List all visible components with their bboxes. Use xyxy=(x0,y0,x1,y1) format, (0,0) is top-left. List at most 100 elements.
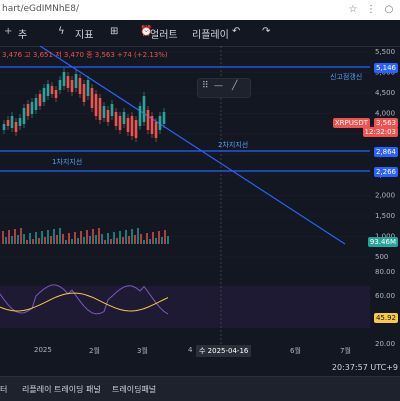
candle-body xyxy=(102,106,106,118)
time-label-apr: 4 xyxy=(188,346,193,354)
candle-body xyxy=(94,94,98,116)
templates-button[interactable]: ⊞ xyxy=(110,26,118,37)
label-support2: 2차지지선 xyxy=(218,141,249,149)
volume-bar xyxy=(95,235,97,244)
browser-url-bar[interactable]: hart/eGdIMNhE8/ ☆ ⋮ ○ xyxy=(0,0,400,20)
volume-bar xyxy=(26,240,28,244)
candle-body xyxy=(62,72,66,86)
profile-icon[interactable]: ○ xyxy=(380,1,398,19)
candle-body xyxy=(46,84,50,96)
candle-body xyxy=(66,76,70,88)
undo-button[interactable]: ↶ xyxy=(232,26,240,37)
volume-bar xyxy=(89,236,91,244)
volume-bar xyxy=(158,231,160,244)
volume-bar xyxy=(53,229,55,244)
candle-body xyxy=(158,116,162,130)
candle-body xyxy=(162,112,166,124)
candle-body xyxy=(98,98,102,120)
plus-button[interactable]: + xyxy=(4,26,12,37)
volume-bar xyxy=(23,234,25,244)
trendline-icon[interactable]: ╱ xyxy=(232,81,237,91)
volume-bar xyxy=(116,238,118,244)
replay-button[interactable]: 리플레이 xyxy=(192,26,229,41)
tag-osc: 45.92 xyxy=(373,313,398,323)
volume-bar xyxy=(131,229,133,244)
volume-bar xyxy=(167,236,169,244)
tab-partial[interactable]: 터 xyxy=(0,384,7,395)
ohlc-readout: 3,476 고 3,651 저 3,470 종 3,563 +74 (+2.13… xyxy=(2,51,168,59)
candle-body xyxy=(54,90,58,98)
indicators-button[interactable]: 지표 xyxy=(75,26,93,41)
candle-body xyxy=(14,122,18,132)
tab-trading-panel[interactable]: 트레이딩패널 xyxy=(112,384,156,395)
candle-body xyxy=(134,120,138,138)
candle-body xyxy=(126,118,130,132)
tab-replay-trading[interactable]: 리플레이 트레이딩 패널 xyxy=(22,384,101,395)
line-style-icon[interactable]: — xyxy=(214,81,223,91)
redo-button[interactable]: ↷ xyxy=(262,26,270,37)
lightning-icon[interactable]: ϟ xyxy=(58,26,65,37)
candle-body xyxy=(34,98,38,110)
rsi-band xyxy=(0,286,370,328)
candle-body xyxy=(42,88,46,102)
volume-bar xyxy=(65,240,67,244)
volume-bar xyxy=(98,228,100,244)
volume-bar xyxy=(140,234,142,244)
volume-bar xyxy=(110,239,112,244)
alert-button[interactable]: 얼러트 xyxy=(150,26,178,41)
volume-bar xyxy=(50,236,52,244)
volume-bar xyxy=(137,228,139,244)
candle-body xyxy=(38,94,42,106)
candle-body xyxy=(122,112,126,124)
add-button[interactable]: 추 xyxy=(18,26,27,41)
price-axis-label: 4,500 xyxy=(375,89,395,97)
time-label-jul: 7월 xyxy=(340,347,351,355)
candle-body xyxy=(154,122,158,138)
volume-bar xyxy=(8,230,10,244)
volume-bar xyxy=(71,239,73,244)
price-axis-label: 2,000 xyxy=(375,192,395,200)
candle-body xyxy=(110,104,114,116)
osc-axis-label: 60.00 xyxy=(375,292,395,300)
volume-bar xyxy=(56,235,58,244)
candle-body xyxy=(2,124,6,130)
status-bar: 20:37:57 UTC+9 xyxy=(0,360,400,374)
volume-bar xyxy=(14,229,16,244)
extensions-icon[interactable]: ⋮ xyxy=(362,1,380,19)
volume-bar xyxy=(38,238,40,244)
volume-bar xyxy=(143,240,145,244)
candle-body xyxy=(10,116,14,128)
candle-body xyxy=(6,120,10,126)
candle-body xyxy=(114,112,118,126)
trend-line xyxy=(39,46,346,245)
drawing-float-toolbar[interactable]: ⠿ — ╱ xyxy=(197,78,251,98)
candle-body xyxy=(22,108,26,124)
time-label-feb: 2월 xyxy=(89,347,100,355)
candle-body xyxy=(78,78,82,94)
volume-bar xyxy=(119,231,121,244)
cursor-date-label: 수 2025-04-16 xyxy=(196,345,252,357)
volume-bar xyxy=(68,233,70,244)
drag-handle-icon[interactable]: ⠿ xyxy=(202,81,209,91)
volume-bar xyxy=(29,233,31,244)
volume-bar xyxy=(152,232,154,244)
bookmark-icon[interactable]: ☆ xyxy=(344,1,362,19)
volume-bar xyxy=(92,229,94,244)
chart-toolbar: + 추 ϟ 지표 ⊞ ⏰ 얼러트 리플레이 ↶ ↷ xyxy=(0,20,400,47)
volume-bar xyxy=(32,239,34,244)
label-high: 신고점갱신 xyxy=(330,73,363,81)
candle-body xyxy=(30,102,34,114)
volume-bar xyxy=(62,234,64,244)
price-axis-label: 5,500 xyxy=(375,48,395,56)
candle-body xyxy=(82,84,86,102)
price-axis-label: 500 xyxy=(375,253,388,261)
url-text[interactable]: hart/eGdIMNhE8/ xyxy=(2,4,79,14)
time-label-mar: 3월 xyxy=(137,347,148,355)
volume-bar xyxy=(20,228,22,244)
volume-bar xyxy=(2,231,4,244)
candle-body xyxy=(90,88,94,108)
volume-bar xyxy=(59,228,61,244)
clock[interactable]: 20:37:57 UTC+9 xyxy=(332,363,398,372)
candle-body xyxy=(26,104,30,116)
tag-timer: 12:32:03 xyxy=(362,127,398,137)
